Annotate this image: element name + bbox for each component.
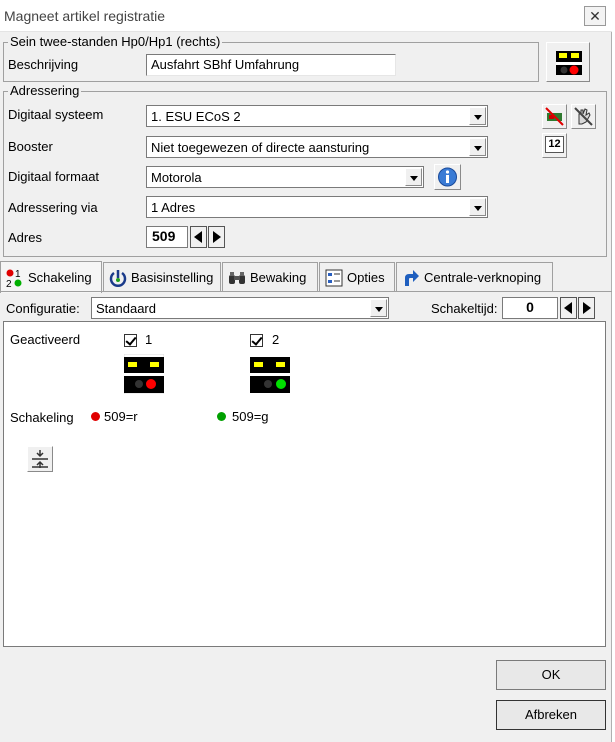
position-2-checkbox[interactable] — [250, 334, 263, 347]
options-icon — [324, 268, 344, 288]
close-icon: ✕ — [589, 8, 601, 24]
chevron-down-icon[interactable] — [469, 198, 486, 216]
geactiveerd-label: Geactiveerd — [10, 332, 81, 347]
no-connection-button[interactable] — [542, 104, 567, 129]
signal-green-icon — [250, 354, 290, 394]
digitaal-formaat-value: Motorola — [151, 170, 202, 185]
position-1-checkbox[interactable] — [124, 334, 137, 347]
digitaal-formaat-select[interactable]: Motorola — [146, 166, 424, 188]
link-arrow-icon — [401, 268, 421, 288]
chevron-down-icon[interactable] — [405, 168, 422, 186]
tab-bewaking[interactable]: Bewaking — [222, 262, 318, 292]
signal-hp0-icon — [556, 51, 582, 75]
position-2-address: 509=g — [232, 409, 269, 424]
position-1-address: 509=r — [104, 409, 138, 424]
digitaal-systeem-value: 1. ESU ECoS 2 — [151, 109, 241, 124]
schakeling-icon: 1 2 — [5, 268, 25, 290]
title-bar: Magneet artikel registratie ✕ — [0, 0, 612, 32]
svg-text:1: 1 — [15, 269, 21, 280]
schakeltijd-decrease-button[interactable] — [560, 297, 577, 319]
position-1-number: 1 — [145, 332, 153, 347]
tab-opties[interactable]: Opties — [319, 262, 395, 292]
position-2-status-dot — [217, 412, 226, 421]
tab-bar: 1 2 Schakeling Basisinstelling Bewaking … — [0, 261, 612, 293]
tab-divider — [0, 291, 612, 292]
chevron-down-icon[interactable] — [469, 107, 486, 125]
signal-group-legend: Sein twee-standen Hp0/Hp1 (rechts) — [8, 34, 223, 49]
schakeltijd-increase-button[interactable] — [578, 297, 595, 319]
svg-text:2: 2 — [6, 279, 12, 288]
power-icon — [108, 268, 128, 288]
configuratie-value: Standaard — [96, 301, 156, 316]
info-icon — [438, 167, 457, 187]
adressering-via-label: Adressering via — [8, 200, 98, 215]
hand-off-button[interactable] — [571, 104, 596, 129]
tab-label: Centrale-verknoping — [424, 270, 542, 285]
disconnect-icon — [545, 107, 564, 126]
configuratie-label: Configuratie: — [6, 301, 80, 316]
tab-centrale-verknoping[interactable]: Centrale-verknoping — [396, 262, 553, 292]
position-2-signal[interactable] — [250, 354, 290, 394]
adjust-button[interactable] — [27, 446, 53, 472]
position-1-signal[interactable] — [123, 353, 165, 395]
adres-input[interactable]: 509 — [146, 226, 188, 248]
digitaal-formaat-label: Digitaal formaat — [8, 169, 100, 184]
adressering-via-value: 1 Adres — [151, 200, 196, 215]
tab-label: Schakeling — [28, 270, 92, 285]
window-title: Magneet artikel registratie — [4, 8, 166, 24]
schakeling-label: Schakeling — [10, 410, 74, 425]
booster-value: Niet toegewezen of directe aansturing — [151, 140, 370, 155]
position-1-status-dot — [91, 412, 100, 421]
signal-preview-button[interactable] — [546, 42, 590, 82]
tab-schakeling[interactable]: 1 2 Schakeling — [0, 261, 102, 293]
hand-crossed-icon — [574, 107, 593, 126]
binoculars-icon — [227, 268, 247, 288]
schakeltijd-label: Schakeltijd: — [431, 301, 498, 316]
tab-label: Bewaking — [250, 270, 307, 285]
tab-basisinstelling[interactable]: Basisinstelling — [103, 262, 221, 292]
info-button[interactable] — [434, 164, 461, 190]
tab-label: Basisinstelling — [131, 270, 214, 285]
booster-config-button[interactable]: 12 — [542, 133, 567, 158]
close-button[interactable]: ✕ — [584, 6, 606, 26]
schakeling-panel: Geactiveerd 1 2 Schakeling 509=r 509=g — [3, 321, 606, 647]
adjust-icon — [32, 450, 48, 468]
digitaal-systeem-select[interactable]: 1. ESU ECoS 2 — [146, 105, 488, 127]
chevron-down-icon[interactable] — [370, 299, 387, 317]
configuratie-select[interactable]: Standaard — [91, 297, 389, 319]
booster-select[interactable]: Niet toegewezen of directe aansturing — [146, 136, 488, 158]
position-2-number: 2 — [272, 332, 280, 347]
beschrijving-input[interactable]: Ausfahrt SBhf Umfahrung — [146, 54, 396, 76]
adressering-legend: Adressering — [8, 83, 82, 98]
tab-label: Opties — [347, 270, 385, 285]
ok-button[interactable]: OK — [496, 660, 606, 690]
adres-increase-button[interactable] — [208, 226, 225, 248]
adres-decrease-button[interactable] — [190, 226, 207, 248]
beschrijving-label: Beschrijving — [8, 57, 79, 72]
chevron-down-icon[interactable] — [469, 138, 486, 156]
adressering-via-select[interactable]: 1 Adres — [146, 196, 488, 218]
digitaal-systeem-label: Digitaal systeem — [8, 107, 104, 122]
adres-label: Adres — [8, 230, 42, 245]
schakeltijd-input[interactable]: 0 — [502, 297, 558, 319]
booster-number-icon: 12 — [545, 136, 564, 153]
signal-red-icon — [123, 353, 165, 395]
cancel-button[interactable]: Afbreken — [496, 700, 606, 730]
booster-label: Booster — [8, 139, 53, 154]
dialog-window: Magneet artikel registratie ✕ Sein twee-… — [0, 0, 612, 742]
